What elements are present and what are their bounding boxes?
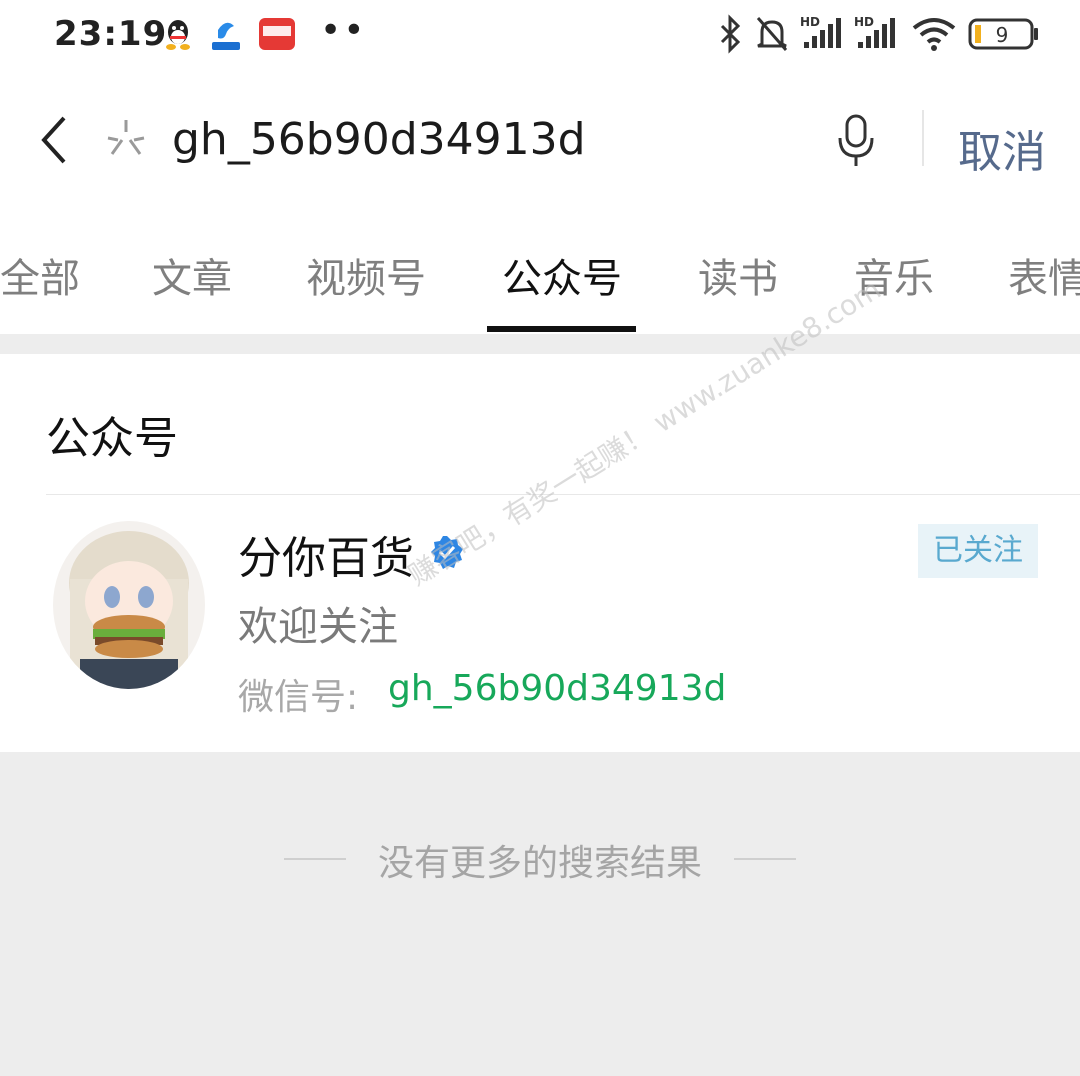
signal-hd-icon-1: HD [800, 14, 846, 58]
active-tab-indicator [487, 326, 636, 332]
search-spark-icon [104, 118, 148, 166]
wechat-id-label: 微信号: [238, 677, 359, 718]
cancel-button[interactable]: 取消 [958, 116, 1046, 180]
search-bar: gh_56b90d34913d 取消 [0, 76, 1080, 207]
end-line-right [734, 858, 796, 860]
category-tabs: 全部 文章 视频号 公众号 读书 音乐 表情 [0, 206, 1080, 335]
avatar[interactable] [50, 519, 208, 691]
account-name[interactable]: 分你百货 [238, 522, 414, 586]
official-account-result-card: 公众号 分你百货 已关注 欢迎关注 微信号: gh_56b90d34913d [0, 354, 1080, 752]
battery-icon: 9 [968, 14, 1040, 58]
account-description: 欢迎关注 [238, 604, 398, 650]
signal-hd-icon-2: HD [854, 14, 900, 58]
section-title: 公众号 [46, 413, 178, 464]
back-arrow-icon[interactable] [36, 112, 72, 172]
wifi-icon [910, 14, 958, 58]
mute-bell-icon [754, 14, 790, 58]
search-input[interactable]: gh_56b90d34913d [172, 114, 586, 165]
tab-all[interactable]: 全部 [0, 246, 80, 304]
tab-articles[interactable]: 文章 [152, 246, 232, 304]
status-time: 23:19 [54, 14, 168, 54]
search-separator [922, 110, 924, 166]
signal-hd-label-2: HD [854, 15, 874, 29]
no-more-results-text: 没有更多的搜索结果 [377, 843, 702, 884]
signal-hd-label-1: HD [800, 15, 820, 29]
tab-channels[interactable]: 视频号 [306, 246, 426, 304]
bluetooth-icon [716, 14, 744, 58]
cloud-pay-app-icon [258, 16, 296, 52]
microphone-icon[interactable] [834, 112, 878, 174]
tab-books[interactable]: 读书 [698, 246, 778, 304]
qq-app-icon [160, 16, 196, 52]
more-notifications-icon: •• [320, 10, 367, 51]
battery-level: 9 [996, 23, 1009, 47]
mini-program-app-icon [208, 16, 244, 52]
status-bar: 23:19 •• HD HD 9 [0, 0, 1080, 76]
tab-stickers[interactable]: 表情 [1008, 246, 1080, 304]
follow-status-badge[interactable]: 已关注 [918, 524, 1038, 578]
section-gap [0, 334, 1080, 354]
tab-official-accounts[interactable]: 公众号 [502, 246, 622, 304]
wechat-id-value: gh_56b90d34913d [388, 668, 727, 709]
